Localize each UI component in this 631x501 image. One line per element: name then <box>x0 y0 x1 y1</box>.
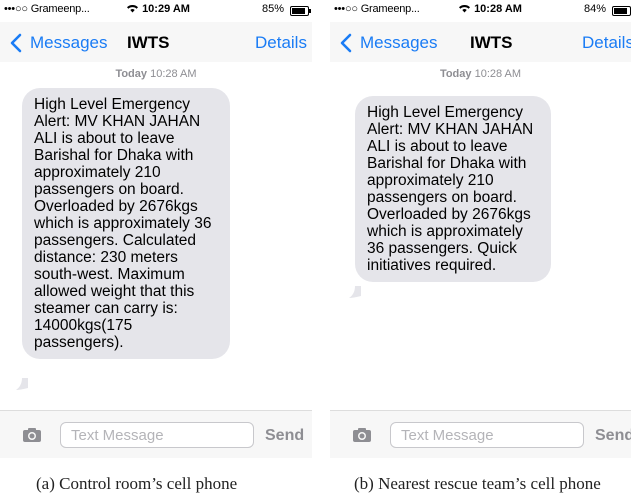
back-button[interactable]: Messages <box>336 32 437 54</box>
chevron-left-icon <box>340 33 352 53</box>
details-button[interactable]: Details <box>582 33 631 53</box>
timestamp-day: Today <box>439 68 472 80</box>
camera-icon[interactable] <box>22 427 42 443</box>
message-timestamp: Today 10:28 AM <box>0 68 312 80</box>
status-bar: •••○○ Grameenp... 10:29 AM 85% <box>0 0 312 18</box>
send-button[interactable]: Send <box>595 427 631 445</box>
wifi-icon <box>127 5 138 13</box>
conversation-title: IWTS <box>127 33 170 52</box>
back-label: Messages <box>30 33 108 52</box>
carrier-label: •••○○ Grameenp... <box>334 3 420 15</box>
send-button[interactable]: Send <box>265 427 304 445</box>
bubble-tail <box>349 286 361 298</box>
bubble-tail <box>16 378 28 390</box>
timestamp-time: 10:28 AM <box>150 68 197 80</box>
message-composer: Text Message Send <box>0 410 312 458</box>
message-bubble[interactable]: High Level Emergency Alert: MV KHAN JAHA… <box>355 96 551 282</box>
nav-bar: Messages IWTS Details <box>330 22 631 62</box>
clock: 10:28 AM <box>458 3 522 15</box>
status-time: 10:28 AM <box>474 3 522 15</box>
caption-a: (a) Control room’s cell phone <box>36 474 238 493</box>
caption-b: (b) Nearest rescue team’s cell phone <box>354 474 601 493</box>
status-time: 10:29 AM <box>142 3 190 15</box>
carrier-label: •••○○ Grameenp... <box>4 3 90 15</box>
battery-percent: 84% <box>584 3 607 15</box>
clock: 10:29 AM <box>126 3 190 15</box>
wifi-icon <box>459 5 470 13</box>
message-timestamp: Today 10:28 AM <box>330 68 631 80</box>
message-input[interactable]: Text Message <box>390 422 584 448</box>
message-bubble[interactable]: High Level Emergency Alert: MV KHAN JAHA… <box>22 88 230 359</box>
battery-icon <box>612 6 631 16</box>
message-input[interactable]: Text Message <box>60 422 254 448</box>
chevron-left-icon <box>10 33 22 53</box>
nav-bar: Messages IWTS Details <box>0 22 312 62</box>
back-button[interactable]: Messages <box>6 32 107 54</box>
battery-icon <box>290 6 311 16</box>
status-bar: •••○○ Grameenp... 10:28 AM 84% <box>330 0 631 18</box>
battery-percent: 85% <box>262 3 285 15</box>
back-label: Messages <box>360 33 438 52</box>
timestamp-day: Today <box>115 68 148 80</box>
message-composer: Text Message Send <box>330 410 631 458</box>
conversation-title: IWTS <box>470 33 513 52</box>
rescue-team-phone: •••○○ Grameenp... 10:28 AM 84% Messages … <box>330 0 631 458</box>
details-button[interactable]: Details <box>255 33 307 53</box>
control-room-phone: •••○○ Grameenp... 10:29 AM 85% Messages … <box>0 0 312 458</box>
camera-icon[interactable] <box>352 427 372 443</box>
timestamp-time: 10:28 AM <box>474 68 522 80</box>
